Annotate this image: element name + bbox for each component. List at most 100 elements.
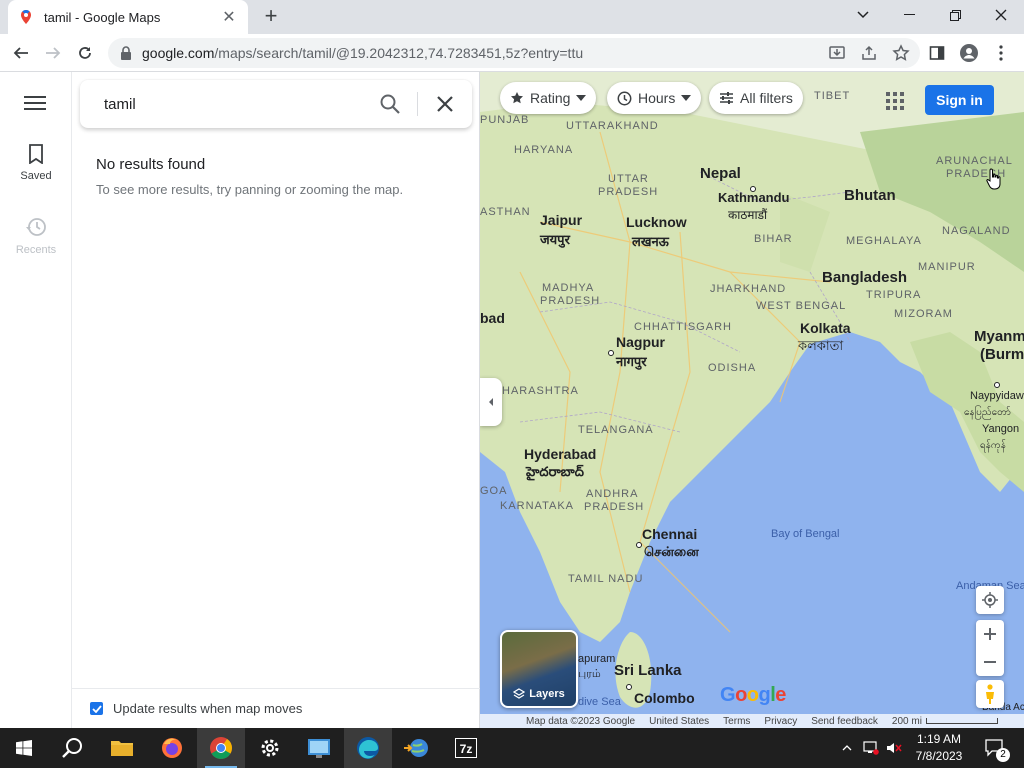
restore-button[interactable] [932,0,978,30]
recents-nav-item[interactable]: Recents [0,216,72,256]
tab-close-icon[interactable]: ✕ [220,7,238,27]
hours-filter-chip[interactable]: Hours [607,82,702,114]
map-label: PRADESH [584,501,645,513]
install-icon[interactable] [828,44,846,62]
street-view-pegman[interactable] [976,680,1004,708]
tab-search-icon[interactable] [840,0,886,30]
layers-button[interactable]: Layers [500,630,578,708]
map-label: HARYANA [514,144,574,156]
clock-date: 7/8/2023 [915,749,963,763]
privacy-link[interactable]: Privacy [764,716,797,727]
taskbar-search-button[interactable] [48,728,96,768]
7zip-icon: 7z [455,738,477,758]
control-panel-button[interactable] [295,728,343,768]
map-label: TIBET [814,90,851,102]
clear-search-icon[interactable] [433,92,457,116]
google-apps-icon[interactable] [886,92,904,110]
map-label: ARUNACHAL [936,155,1013,167]
lock-icon[interactable] [120,46,132,60]
send-feedback-link[interactable]: Send feedback [811,716,878,727]
system-clock[interactable]: 1:19 AM 7/8/2023 [906,731,972,765]
back-button[interactable] [8,40,34,66]
google-logo: Google [720,684,786,706]
map-label: Hyderabad [524,446,597,462]
map-label: UTTARAKHAND [566,120,659,132]
zoom-in-button[interactable] [984,620,996,648]
region-link[interactable]: United States [649,716,709,727]
map-label: హైదరాబాద్ [526,464,584,479]
7zip-button[interactable]: 7z [442,728,490,768]
map-label: PUNJAB [480,114,530,126]
chrome-button[interactable] [197,728,245,768]
map-label: काठमाडौं [728,208,768,222]
hours-label: Hours [638,90,676,106]
network-app-button[interactable] [393,728,441,768]
chevron-down-icon [576,95,587,101]
map-label: (Burm [980,346,1024,363]
map-label: புரம் [578,668,601,680]
map-canvas[interactable]: Rating Hours All filters Sign in PUNJAB … [480,72,1024,728]
map-label: ASTHAN [480,206,531,218]
tune-icon [720,92,733,104]
control-panel-icon [308,739,330,758]
city-marker [994,382,1000,388]
map-label: Chennai [642,526,698,542]
my-location-button[interactable] [976,586,1004,614]
hand-cursor-icon [986,168,1001,190]
firefox-button[interactable] [148,728,196,768]
map-label: Bangladesh [822,269,908,286]
forward-button[interactable] [40,40,66,66]
network-status-icon[interactable] [860,728,882,768]
map-attribution: Map data ©2023 Google United States Term… [480,714,1024,728]
action-center-button[interactable]: 2 [980,728,1010,768]
all-filters-chip[interactable]: All filters [709,82,803,114]
edge-icon [357,737,379,759]
history-icon [26,218,46,236]
new-tab-button[interactable]: + [258,4,284,30]
map-label: KARNATAKA [500,500,574,512]
map-label: ODISHA [708,362,757,374]
search-input[interactable] [104,94,354,114]
show-hidden-icons-button[interactable] [838,728,856,768]
map-label: Sri Lanka [614,662,682,679]
share-icon[interactable] [860,44,878,62]
star-icon [511,92,523,104]
menu-icon[interactable] [24,94,46,112]
browser-tab[interactable]: tamil - Google Maps ✕ [8,0,248,34]
map-label: JHARKHAND [710,283,787,295]
clock-icon [617,91,632,105]
layers-label: Layers [529,688,565,700]
saved-nav-item[interactable]: Saved [0,144,72,182]
browser-menu-icon[interactable] [988,40,1014,66]
sign-in-button[interactable]: Sign in [925,85,994,115]
edge-button[interactable] [344,728,392,768]
tab-title: tamil - Google Maps [44,9,161,25]
side-panel-icon[interactable] [924,40,950,66]
collapse-panel-button[interactable] [480,378,502,426]
gear-icon [261,739,279,757]
results-panel: No results found To see more results, tr… [72,72,480,728]
address-bar[interactable]: google.com/maps/search/tamil/@19.2042312… [108,38,920,68]
file-explorer-button[interactable] [98,728,146,768]
minimize-button[interactable] [886,0,932,30]
start-button[interactable] [0,728,48,768]
reload-button[interactable] [72,40,98,66]
search-icon[interactable] [378,92,402,116]
close-window-button[interactable] [978,0,1024,30]
update-results-label: Update results when map moves [113,701,303,716]
search-icon [62,738,82,758]
url-text: google.com/maps/search/tamil/@19.2042312… [142,45,584,61]
volume-muted-icon[interactable] [884,728,904,768]
browser-toolbar: google.com/maps/search/tamil/@19.2042312… [0,34,1024,72]
profile-avatar-icon[interactable] [956,40,982,66]
minus-icon [984,661,996,663]
scale-control[interactable]: 200 mi [892,716,998,727]
bookmark-star-icon[interactable] [892,44,910,62]
terms-link[interactable]: Terms [723,716,750,727]
rating-filter-chip[interactable]: Rating [500,82,597,114]
zoom-out-button[interactable] [984,648,996,676]
settings-button[interactable] [246,728,294,768]
update-results-checkbox[interactable] [90,702,103,715]
city-marker [626,684,632,690]
map-label: နေပြည်တော် [964,407,1011,418]
